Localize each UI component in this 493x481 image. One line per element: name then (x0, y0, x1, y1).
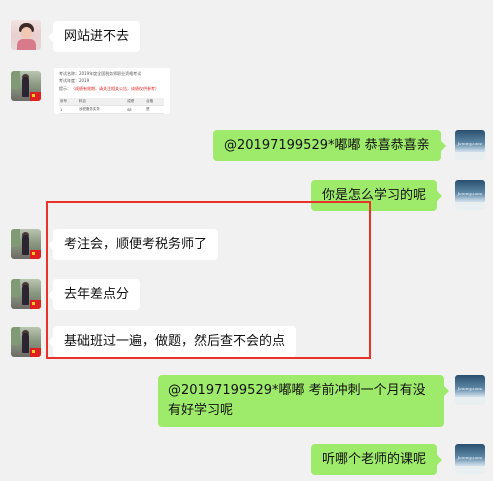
doc-label: 提示： (59, 86, 71, 91)
avatar-tree (11, 279, 20, 297)
image-message-score-screenshot[interactable]: 考试名称：2019年度全国税务师职业资格考试 考试年度：2019 提示：（成绩有… (54, 68, 170, 114)
avatar-tree (11, 229, 20, 247)
avatar-logo-text: Jemmyzone (457, 141, 483, 146)
avatar-tree (11, 71, 20, 89)
doc-label: 考试名称： (59, 71, 79, 76)
table-cell: 1 (59, 105, 78, 114)
table-header-cell: 成绩 (126, 98, 146, 106)
highlight-box (46, 201, 371, 359)
table-cell: 是 (145, 105, 164, 114)
doc-label: 考试年度： (59, 78, 79, 83)
avatar-body (17, 39, 36, 50)
doc-value: 2019年度全国税务师职业资格考试 (79, 71, 142, 76)
flag-icon (30, 300, 41, 309)
table-cell: 88 (126, 105, 146, 114)
message-text: @20197199529*嘟嘟 恭喜恭喜亲 (224, 138, 430, 153)
flag-icon (30, 92, 41, 101)
avatar-face (21, 27, 32, 39)
message-text: 网站进不去 (64, 29, 130, 44)
avatar-figure (22, 333, 29, 353)
contact-avatar[interactable] (11, 229, 41, 259)
contact-avatar[interactable] (11, 20, 41, 50)
avatar-logo-text: Jemmyzone (457, 455, 483, 460)
avatar-figure (22, 235, 29, 255)
avatar-logo-text: Jemmyzone (457, 386, 483, 391)
flag-icon (30, 250, 41, 259)
contact-avatar[interactable] (11, 71, 41, 101)
table-header-cell: 合格 (145, 98, 164, 106)
table-header-row: 序号 科目 成绩 合格 (59, 98, 164, 106)
message-bubble[interactable]: @20197199529*嘟嘟 恭喜恭喜亲 (213, 130, 446, 161)
message-bubble[interactable]: @20197199529*嘟嘟 考前冲刺一个月有没有好学习呢 (158, 375, 449, 427)
avatar-figure (22, 77, 29, 97)
self-avatar[interactable]: Jemmyzone (455, 130, 485, 160)
self-avatar[interactable]: Jemmyzone (455, 180, 485, 210)
message-text: 听哪个老师的课呢 (322, 452, 427, 467)
avatar-figure (22, 285, 29, 305)
flag-icon (30, 348, 41, 357)
table-header-cell: 序号 (59, 98, 78, 106)
avatar-ground (455, 202, 485, 210)
self-avatar[interactable]: Jemmyzone (455, 444, 485, 474)
table-cell: 涉税服务实务 (77, 105, 127, 114)
doc-score-table: 序号 科目 成绩 合格 1 涉税服务实务 88 是 (59, 98, 164, 114)
doc-notice: （成绩有效期，请关注相关公告，成绩仅供参考） (71, 86, 159, 91)
table-header-cell: 科目 (77, 98, 127, 106)
avatar-tree (11, 327, 20, 345)
doc-value: 2019 (79, 78, 90, 83)
self-avatar[interactable]: Jemmyzone (455, 375, 485, 405)
message-bubble[interactable]: 听哪个老师的课呢 (311, 444, 443, 475)
message-bubble[interactable]: 网站进不去 (47, 21, 141, 52)
contact-avatar[interactable] (11, 279, 41, 309)
avatar-logo-text: Jemmyzone (457, 191, 483, 196)
avatar-ground (455, 466, 485, 474)
avatar-ground (455, 152, 485, 160)
contact-avatar[interactable] (11, 327, 41, 357)
avatar-ground (455, 397, 485, 405)
table-row: 1 涉税服务实务 88 是 (59, 105, 164, 114)
message-text: @20197199529*嘟嘟 考前冲刺一个月有没有好学习呢 (168, 383, 426, 418)
